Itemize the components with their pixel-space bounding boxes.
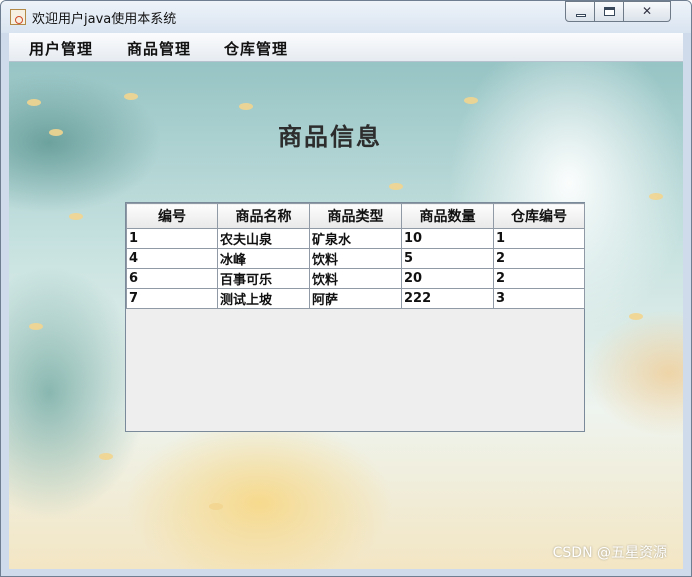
column-header-type[interactable]: 商品类型 [309,203,402,229]
table-row[interactable]: 6 百事可乐 饮料 20 2 [126,268,585,289]
leaf-decoration [29,323,43,330]
table-cell[interactable]: 4 [126,248,218,269]
menu-user-management[interactable]: 用户管理 [29,38,93,59]
table-cell[interactable]: 2 [493,248,585,269]
leaf-decoration [27,99,41,106]
leaf-decoration [649,193,663,200]
title-bar[interactable]: 欢迎用户java使用本系统 ✕ [1,1,691,33]
leaf-decoration [464,97,478,104]
table-cell[interactable]: 农夫山泉 [217,228,310,249]
table-row[interactable]: 7 测试上坡 阿萨 222 3 [126,288,585,309]
table-row[interactable]: 1 农夫山泉 矿泉水 10 1 [126,228,585,249]
table-cell[interactable]: 222 [401,288,494,309]
table-cell[interactable]: 阿萨 [309,288,402,309]
table-cell[interactable]: 3 [493,288,585,309]
table-cell[interactable]: 5 [401,248,494,269]
table-cell[interactable]: 1 [126,228,218,249]
table-cell[interactable]: 10 [401,228,494,249]
window-title: 欢迎用户java使用本系统 [32,12,177,27]
column-header-name[interactable]: 商品名称 [217,203,310,229]
table-cell[interactable]: 2 [493,268,585,289]
application-window: 欢迎用户java使用本系统 ✕ 用户管理 商品管理 仓库管理 商品信息 编号 商… [0,0,692,577]
close-icon: ✕ [641,4,653,18]
table-header-row: 编号 商品名称 商品类型 商品数量 仓库编号 [126,203,585,229]
leaf-decoration [124,93,138,100]
table-cell[interactable]: 饮料 [309,248,402,269]
table-cell[interactable]: 矿泉水 [309,228,402,249]
content-pane: 用户管理 商品管理 仓库管理 商品信息 编号 商品名称 商品类型 商品数量 仓库… [9,33,683,569]
table-cell[interactable]: 冰峰 [217,248,310,269]
product-grid: 编号 商品名称 商品类型 商品数量 仓库编号 1 农夫山泉 矿泉水 10 1 4… [126,203,585,309]
page-title: 商品信息 [278,122,382,151]
table-cell[interactable]: 7 [126,288,218,309]
minimize-icon [576,14,586,17]
menu-bar: 用户管理 商品管理 仓库管理 [9,33,683,62]
leaf-decoration [629,313,643,320]
maximize-button[interactable] [595,1,624,22]
minimize-button[interactable] [565,1,595,22]
leaf-decoration [99,453,113,460]
leaf-decoration [239,103,253,110]
leaf-decoration [49,129,63,136]
table-row[interactable]: 4 冰峰 饮料 5 2 [126,248,585,269]
menu-warehouse-management[interactable]: 仓库管理 [224,38,288,59]
leaf-decoration [389,183,403,190]
table-cell[interactable]: 测试上坡 [217,288,310,309]
column-header-warehouse[interactable]: 仓库编号 [493,203,585,229]
table-cell[interactable]: 20 [401,268,494,289]
maximize-icon [604,7,615,16]
table-cell[interactable]: 百事可乐 [217,268,310,289]
java-app-icon [10,9,26,25]
menu-product-management[interactable]: 商品管理 [127,38,191,59]
table-cell[interactable]: 6 [126,268,218,289]
column-header-id[interactable]: 编号 [126,203,218,229]
table-cell[interactable]: 1 [493,228,585,249]
leaf-decoration [209,503,223,510]
table-cell[interactable]: 饮料 [309,268,402,289]
leaf-decoration [69,213,83,220]
product-table[interactable]: 编号 商品名称 商品类型 商品数量 仓库编号 1 农夫山泉 矿泉水 10 1 4… [125,202,585,432]
close-button[interactable]: ✕ [624,1,671,22]
watermark: CSDN @五星资源 [552,545,667,561]
column-header-quantity[interactable]: 商品数量 [401,203,494,229]
